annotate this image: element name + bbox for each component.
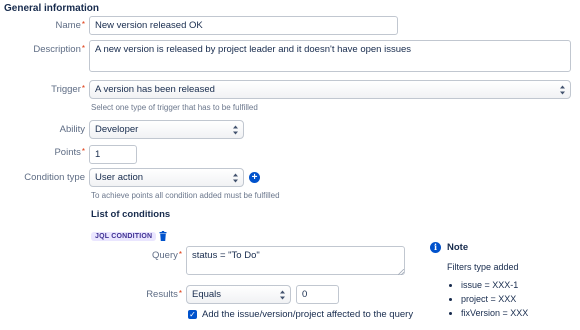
trigger-select[interactable]: A version has been released: [89, 80, 571, 99]
name-label: Name*: [55, 20, 85, 31]
add-condition-icon[interactable]: +: [249, 172, 260, 183]
description-label: Description*: [33, 44, 85, 55]
required-marker: *: [81, 20, 85, 29]
filters-list: issue = XXX-1 project = XXX fixVersion =…: [447, 280, 528, 322]
select-caret-icon: [560, 85, 565, 94]
ability-select-value: Developer: [95, 124, 139, 135]
trigger-label: Trigger*: [51, 84, 85, 95]
required-marker: *: [81, 44, 85, 53]
results-label: Results*: [146, 289, 182, 300]
trash-icon[interactable]: [159, 231, 167, 241]
condition-type-select-value: User action: [95, 172, 144, 183]
section-title: General information: [4, 3, 100, 14]
condition-type-select[interactable]: User action: [89, 168, 244, 187]
trigger-help-text: Select one type of trigger that has to b…: [91, 103, 258, 112]
points-label: Points*: [54, 147, 85, 158]
query-textarea[interactable]: status = "To Do": [186, 246, 405, 275]
required-marker: *: [178, 250, 182, 259]
description-textarea[interactable]: A new version is released by project lea…: [89, 40, 571, 72]
results-value-input[interactable]: 0: [296, 285, 339, 304]
note-title: Note: [447, 242, 469, 253]
checkbox-checked-icon[interactable]: ✓: [188, 310, 197, 319]
condition-type-help-text: To achieve points all condition added mu…: [91, 191, 280, 200]
list-item: project = XXX: [461, 294, 528, 304]
select-caret-icon: [233, 173, 238, 182]
note-text: Filters type added: [447, 262, 519, 272]
ability-select[interactable]: Developer: [89, 120, 244, 139]
required-marker: *: [81, 147, 85, 156]
trigger-select-value: A version has been released: [95, 84, 215, 95]
conditions-heading: List of conditions: [91, 209, 171, 220]
add-affected-label: Add the issue/version/project affected t…: [202, 309, 414, 320]
results-operator-value: Equals: [192, 289, 222, 300]
query-label: Query*: [152, 250, 182, 261]
required-marker: *: [81, 84, 85, 93]
select-caret-icon: [233, 125, 238, 134]
points-input[interactable]: 1: [89, 145, 137, 164]
jql-condition-badge: JQL CONDITION: [91, 232, 157, 241]
condition-type-label: Condition type: [24, 172, 85, 183]
select-caret-icon: [280, 290, 285, 299]
name-input[interactable]: New version released OK: [89, 16, 398, 35]
results-operator-select[interactable]: Equals: [186, 285, 291, 304]
ability-label: Ability: [59, 124, 85, 135]
required-marker: *: [178, 289, 182, 298]
list-item: fixVersion = XXX: [461, 308, 528, 318]
resize-handle-icon[interactable]: [398, 269, 404, 275]
list-item: issue = XXX-1: [461, 280, 528, 290]
info-icon: i: [430, 242, 441, 253]
